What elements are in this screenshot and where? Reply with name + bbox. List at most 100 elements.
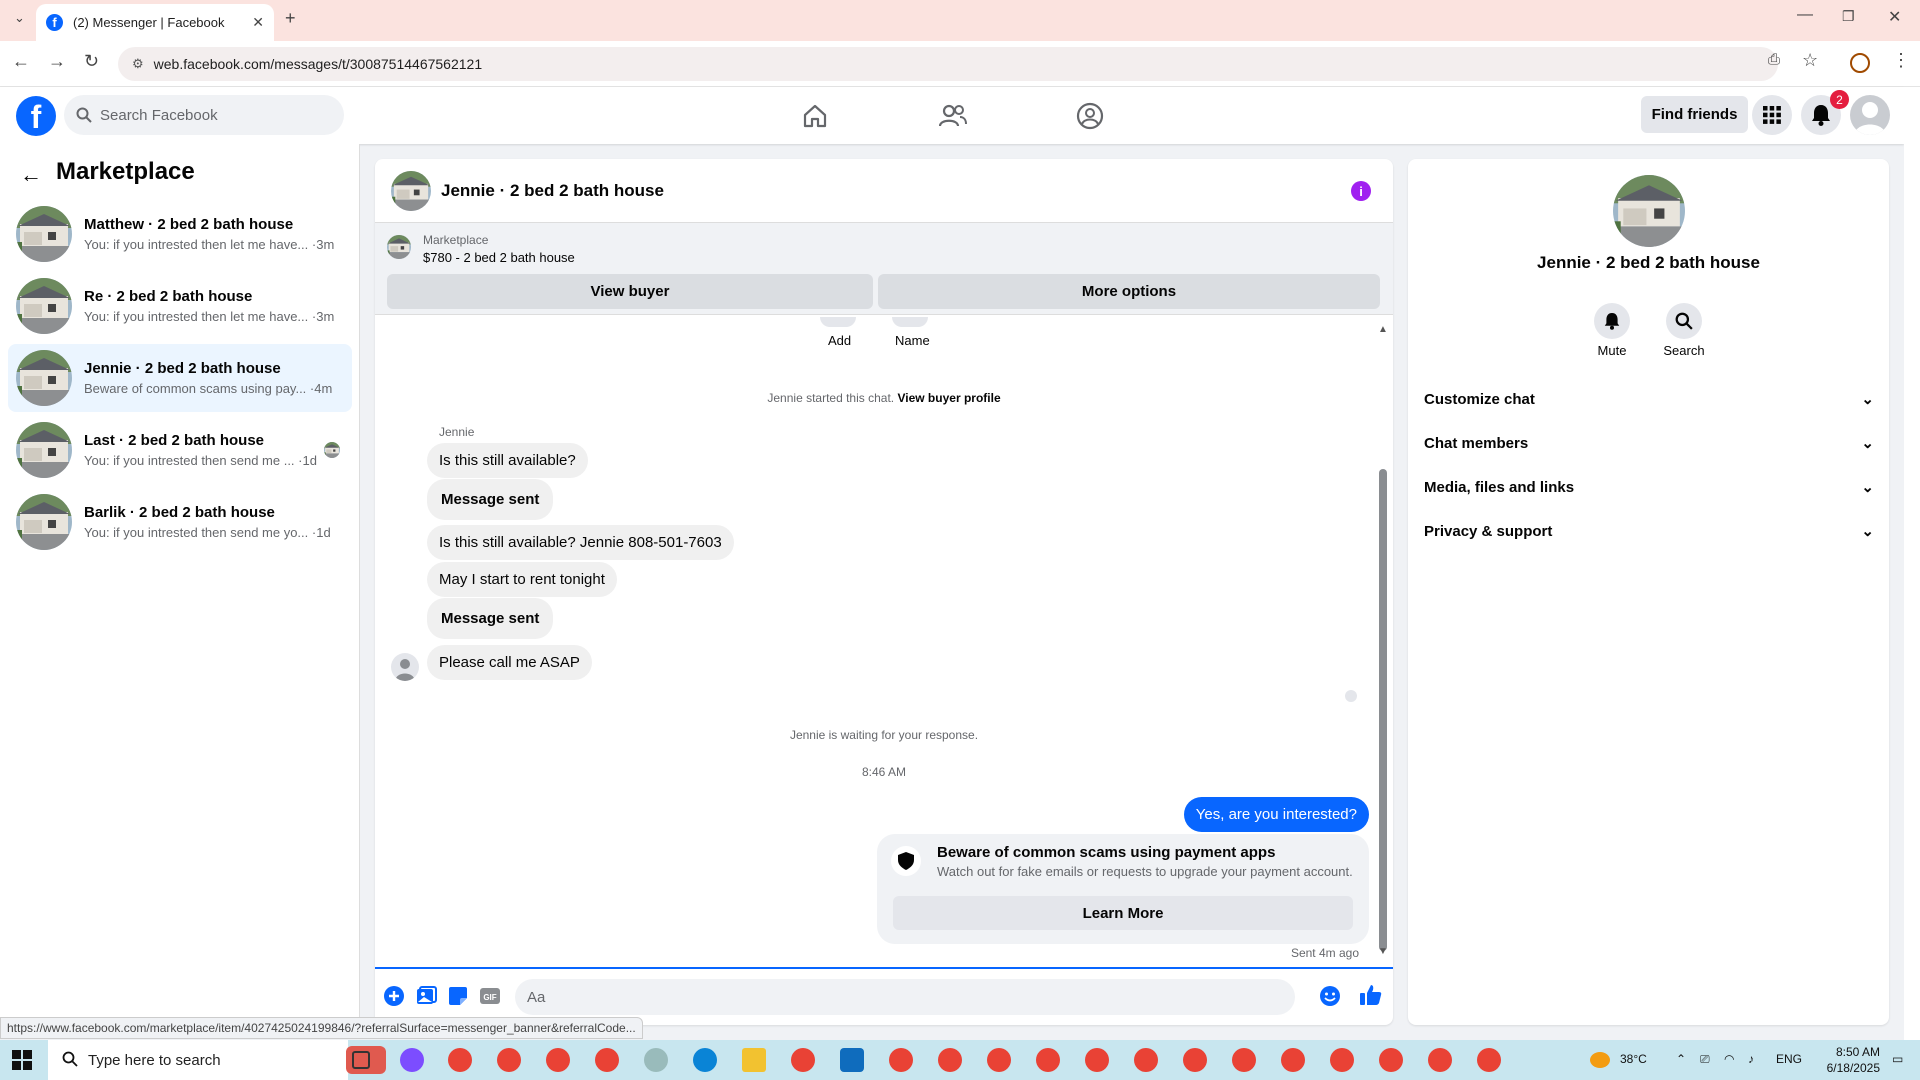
- volume-icon[interactable]: ♪: [1748, 1052, 1754, 1066]
- chrome-icon[interactable]: [1183, 1048, 1207, 1072]
- privacy-support-section[interactable]: Privacy & support ⌄: [1424, 509, 1874, 553]
- search-icon[interactable]: [1666, 303, 1702, 339]
- chrome-icon[interactable]: [1232, 1048, 1256, 1072]
- sender-avatar[interactable]: [391, 653, 419, 681]
- account-avatar[interactable]: [1850, 95, 1890, 135]
- file-explorer-icon[interactable]: [742, 1048, 766, 1072]
- panel-avatar[interactable]: [1613, 175, 1685, 247]
- received-message[interactable]: May I start to rent tonight: [427, 562, 617, 597]
- app-icon[interactable]: [644, 1048, 668, 1072]
- received-message[interactable]: Message sent: [427, 479, 554, 520]
- facebook-search[interactable]: Search Facebook: [64, 95, 344, 135]
- tab-search-icon[interactable]: ⌄: [14, 10, 25, 26]
- copilot-icon[interactable]: [400, 1048, 424, 1072]
- message-input[interactable]: Aa: [515, 979, 1295, 1015]
- tray-chevron-icon[interactable]: ⌃: [1676, 1052, 1686, 1066]
- emoji-icon[interactable]: [1319, 985, 1341, 1007]
- received-message[interactable]: Is this still available?: [427, 443, 588, 478]
- chrome-icon[interactable]: [497, 1048, 521, 1072]
- browser-menu-icon[interactable]: ⋮: [1892, 50, 1910, 71]
- chat-avatar[interactable]: [391, 171, 431, 211]
- language-indicator[interactable]: ENG: [1776, 1052, 1802, 1066]
- view-buyer-button[interactable]: View buyer: [387, 274, 873, 309]
- gif-icon[interactable]: GIF: [479, 985, 501, 1007]
- site-info-icon[interactable]: ⚙: [132, 56, 144, 72]
- restore-icon[interactable]: ❐: [1842, 8, 1855, 25]
- find-friends-button[interactable]: Find friends: [1641, 96, 1748, 133]
- listing-price[interactable]: $780 - 2 bed 2 bath house: [423, 250, 575, 265]
- facebook-logo[interactable]: f: [16, 96, 56, 136]
- back-arrow-icon[interactable]: ←: [20, 162, 42, 188]
- windows-start-icon[interactable]: [12, 1050, 32, 1070]
- minimize-icon[interactable]: —: [1797, 6, 1813, 24]
- browser-tab[interactable]: f (2) Messenger | Facebook ✕: [36, 4, 274, 41]
- groups-icon[interactable]: [1073, 99, 1107, 133]
- chrome-icon[interactable]: [889, 1048, 913, 1072]
- chrome-icon[interactable]: [546, 1048, 570, 1072]
- profile-icon[interactable]: [1850, 53, 1870, 73]
- more-options-button[interactable]: More options: [878, 274, 1380, 309]
- wifi-icon[interactable]: ◠: [1724, 1052, 1734, 1066]
- received-message[interactable]: Is this still available? Jennie 808-501-…: [427, 525, 734, 560]
- weather-temp[interactable]: 38°C: [1620, 1052, 1647, 1066]
- chrome-icon[interactable]: [938, 1048, 962, 1072]
- forward-icon[interactable]: →: [48, 51, 66, 72]
- chrome-icon[interactable]: [1134, 1048, 1158, 1072]
- taskbar-clock[interactable]: 8:50 AM 6/18/2025: [1827, 1044, 1880, 1076]
- chrome-icon[interactable]: [987, 1048, 1011, 1072]
- sticker-icon[interactable]: [447, 985, 469, 1007]
- taskbar-search[interactable]: Type here to search: [48, 1040, 348, 1080]
- task-view-icon[interactable]: [352, 1051, 370, 1069]
- media-files-links-section[interactable]: Media, files and links ⌄: [1424, 465, 1874, 509]
- chrome-icon[interactable]: [791, 1048, 815, 1072]
- received-message[interactable]: Please call me ASAP: [427, 645, 592, 680]
- conversation-item-active[interactable]: Jennie · 2 bed 2 bath house Beware of com…: [8, 344, 352, 412]
- chrome-icon[interactable]: [595, 1048, 619, 1072]
- network-icon[interactable]: ⎚: [1700, 1052, 1710, 1067]
- outlook-icon[interactable]: [840, 1048, 864, 1072]
- chrome-icon[interactable]: [1428, 1048, 1452, 1072]
- like-thumb-icon[interactable]: [1359, 983, 1383, 1007]
- learn-more-button[interactable]: Learn More: [893, 896, 1353, 930]
- notification-center-icon[interactable]: ▭: [1892, 1052, 1903, 1066]
- new-tab-icon[interactable]: +: [285, 8, 296, 29]
- chat-scrollbar[interactable]: [1379, 469, 1387, 951]
- info-icon[interactable]: i: [1351, 181, 1371, 201]
- chat-title[interactable]: Jennie · 2 bed 2 bath house: [441, 181, 664, 201]
- chrome-icon[interactable]: [1477, 1048, 1501, 1072]
- chrome-icon[interactable]: [1281, 1048, 1305, 1072]
- friends-icon[interactable]: [936, 99, 970, 133]
- reload-icon[interactable]: ↻: [84, 51, 99, 72]
- close-tab-icon[interactable]: ✕: [252, 14, 264, 31]
- gallery-icon[interactable]: [415, 985, 437, 1007]
- conversation-item[interactable]: Re · 2 bed 2 bath house You: if you intre…: [8, 272, 352, 340]
- scroll-down-icon[interactable]: ▼: [1378, 946, 1388, 957]
- chrome-icon[interactable]: [1379, 1048, 1403, 1072]
- received-message[interactable]: Message sent: [427, 598, 554, 639]
- plus-icon[interactable]: [383, 985, 405, 1007]
- conversation-item[interactable]: Last · 2 bed 2 bath house You: if you int…: [8, 416, 352, 484]
- scroll-up-icon[interactable]: ▲: [1378, 324, 1388, 335]
- chrome-icon[interactable]: [448, 1048, 472, 1072]
- customize-chat-section[interactable]: Customize chat ⌄: [1424, 377, 1874, 421]
- conversation-item[interactable]: Matthew · 2 bed 2 bath house You: if you …: [8, 200, 352, 268]
- chrome-icon[interactable]: [1330, 1048, 1354, 1072]
- home-icon[interactable]: [798, 99, 832, 133]
- listing-thumbnail[interactable]: [387, 235, 411, 259]
- conversation-item[interactable]: Barlik · 2 bed 2 bath house You: if you i…: [8, 488, 352, 556]
- close-window-icon[interactable]: ✕: [1888, 7, 1901, 27]
- install-app-icon[interactable]: ⎙: [1768, 51, 1780, 68]
- name-button[interactable]: [892, 317, 928, 327]
- edge-icon[interactable]: [693, 1048, 717, 1072]
- view-buyer-profile-link[interactable]: View buyer profile: [897, 391, 1000, 405]
- chrome-icon[interactable]: [1036, 1048, 1060, 1072]
- add-button[interactable]: [820, 317, 856, 327]
- page-scrollbar[interactable]: [1904, 87, 1920, 1040]
- address-bar[interactable]: ⚙ web.facebook.com/messages/t/3008751446…: [118, 47, 1778, 81]
- bookmark-star-icon[interactable]: ☆: [1802, 50, 1818, 71]
- mute-bell-icon[interactable]: [1594, 303, 1630, 339]
- back-icon[interactable]: ←: [12, 51, 30, 72]
- chat-members-section[interactable]: Chat members ⌄: [1424, 421, 1874, 465]
- chrome-icon[interactable]: [1085, 1048, 1109, 1072]
- menu-grid-icon[interactable]: [1752, 95, 1792, 135]
